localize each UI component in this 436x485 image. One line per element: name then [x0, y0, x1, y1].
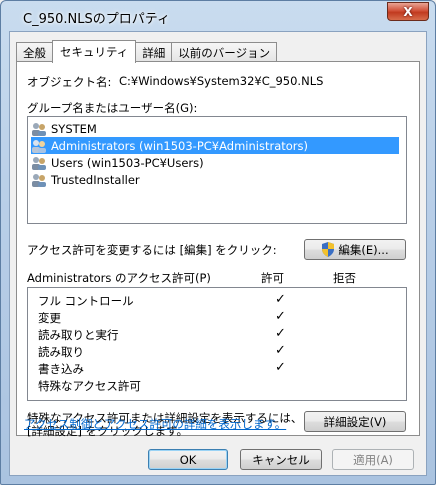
allow-column-header: 許可 [261, 271, 284, 285]
tab-security[interactable]: セキュリティ [52, 40, 137, 63]
permission-row: 特殊なアクセス許可 [38, 379, 141, 393]
allow-check-icon: ✓ [275, 309, 286, 324]
user-group-icon [32, 173, 46, 187]
permission-row: 書き込み ✓ [38, 360, 286, 376]
edit-prompt: アクセス許可を変更するには [編集] をクリック: [27, 243, 277, 257]
ok-button[interactable]: OK [148, 449, 228, 470]
close-button[interactable]: X [387, 2, 429, 21]
cancel-button[interactable]: キャンセル [240, 449, 322, 470]
allow-check-icon: ✓ [275, 343, 286, 358]
list-item-selected[interactable]: Administrators (win1503-PC¥Administrator… [31, 137, 399, 154]
dialog-client: 全般 セキュリティ 詳細 以前のバージョン オブジェクト名: C:¥Window… [9, 31, 427, 476]
security-panel: オブジェクト名: C:¥Windows¥System32¥C_950.NLS グ… [16, 61, 420, 438]
permission-row: 読み取りと実行 ✓ [38, 326, 286, 342]
object-name-label: オブジェクト名: [27, 75, 112, 89]
permission-row: フル コントロール ✓ [38, 292, 286, 308]
list-item[interactable]: TrustedInstaller [31, 171, 399, 188]
permissions-header: Administrators のアクセス許可(P) [27, 271, 211, 285]
list-item[interactable]: Users (win1503-PC¥Users) [31, 154, 399, 171]
properties-window: C_950.NLSのプロパティ X 全般 セキュリティ 詳細 以前のバージョン … [0, 0, 436, 485]
learn-more-link[interactable]: アクセス制御とアクセス許可の詳細を表示します。 [24, 416, 286, 432]
edit-button[interactable]: 編集(E)... [304, 239, 406, 260]
title-bar[interactable]: C_950.NLSのプロパティ X [1, 1, 435, 31]
permission-row: 読み取り ✓ [38, 343, 286, 359]
tab-previous-versions[interactable]: 以前のバージョン [171, 42, 278, 62]
user-group-icon [32, 156, 46, 170]
window-title: C_950.NLSのプロパティ [23, 12, 170, 27]
user-group-icon [32, 139, 46, 153]
uac-shield-icon [322, 242, 335, 257]
list-item[interactable]: SYSTEM [31, 120, 399, 137]
permissions-list[interactable]: フル コントロール ✓ 変更 ✓ 読み取りと実行 ✓ 読み取り ✓ 書き込み ✓… [27, 287, 407, 401]
object-name-value: C:¥Windows¥System32¥C_950.NLS [119, 74, 324, 88]
tab-details[interactable]: 詳細 [135, 42, 173, 62]
user-group-icon [32, 122, 46, 136]
advanced-button[interactable]: 詳細設定(V) [304, 411, 406, 432]
allow-check-icon: ✓ [275, 360, 286, 375]
permission-row: 変更 ✓ [38, 309, 286, 325]
tab-general[interactable]: 全般 [16, 42, 53, 62]
allow-check-icon: ✓ [275, 292, 286, 307]
tab-strip: 全般 セキュリティ 詳細 以前のバージョン [16, 40, 278, 63]
close-icon: X [403, 4, 413, 19]
apply-button[interactable]: 適用(A) [332, 449, 414, 470]
allow-check-icon: ✓ [275, 326, 286, 341]
deny-column-header: 拒否 [333, 271, 356, 285]
groups-listbox[interactable]: SYSTEM Administrators (win1503-PC¥Admini… [27, 116, 407, 224]
groups-label: グループ名またはユーザー名(G): [27, 101, 198, 115]
